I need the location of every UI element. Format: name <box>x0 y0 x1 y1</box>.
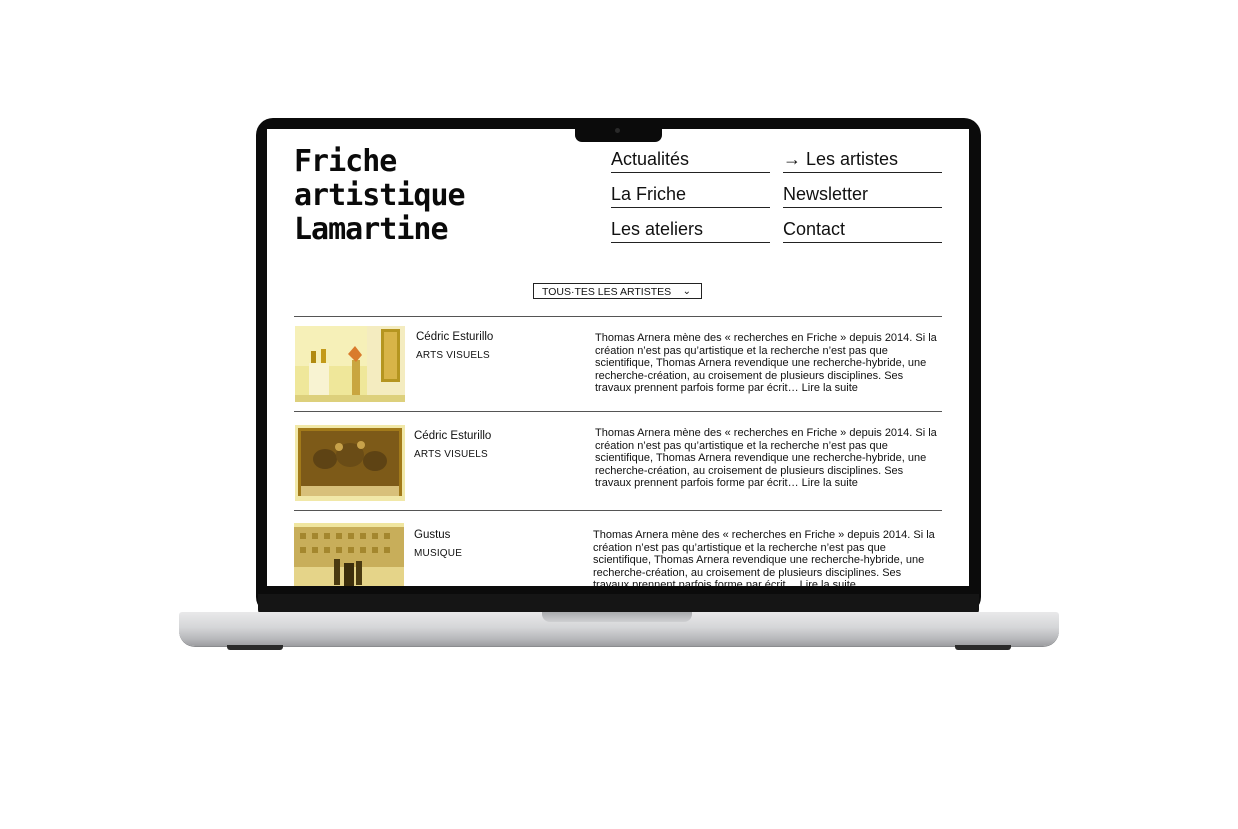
artist-name[interactable]: Cédric Esturillo <box>414 430 491 442</box>
divider <box>294 510 942 511</box>
screen: Friche artistique Lamartine Actualités →… <box>267 129 969 586</box>
nav-label: Les ateliers <box>611 219 704 239</box>
laptop-foot-left <box>227 645 283 650</box>
nav-label: Newsletter <box>783 184 869 204</box>
artist-photo[interactable] <box>295 425 405 501</box>
camera-icon <box>615 128 620 133</box>
site-logo[interactable]: Friche artistique Lamartine <box>294 144 466 247</box>
artist-bio: Thomas Arnera mène des « recherches en F… <box>593 529 935 586</box>
artist-bio: Thomas Arnera mène des « recherches en F… <box>595 332 937 395</box>
artist-category: ARTS VISUELS <box>414 449 488 460</box>
logo-line-1: Friche <box>294 144 397 179</box>
nav-link-contact[interactable]: Contact <box>783 218 942 243</box>
street-photo-image <box>294 523 404 586</box>
chevron-down-icon: ⌄ <box>682 286 691 297</box>
group-photo-image <box>295 425 405 501</box>
artist-category: MUSIQUE <box>414 548 463 559</box>
nav-label: Les artistes <box>806 149 899 169</box>
artist-photo[interactable] <box>294 523 404 586</box>
laptop-foot-right <box>955 645 1011 650</box>
nav-link-actualites[interactable]: Actualités <box>611 148 770 173</box>
divider <box>294 411 942 412</box>
nav-link-les-ateliers[interactable]: Les ateliers <box>611 218 770 243</box>
nav-label: Contact <box>783 219 846 239</box>
artist-category: ARTS VISUELS <box>416 350 490 361</box>
nav-label: La Friche <box>611 184 687 204</box>
logo-line-2: artistique <box>294 178 466 213</box>
filter-value: TOUS·TES LES ARTISTES <box>542 286 672 298</box>
artist-name[interactable]: Gustus <box>414 529 450 541</box>
nav-label: Actualités <box>611 149 690 169</box>
nav-link-la-friche[interactable]: La Friche <box>611 183 770 208</box>
artist-filter-select[interactable]: TOUS·TES LES ARTISTES ⌄ <box>533 283 702 299</box>
logo-line-3: Lamartine <box>294 212 449 247</box>
sculpture-photo-image <box>295 326 405 402</box>
artist-bio: Thomas Arnera mène des « recherches en F… <box>595 427 937 490</box>
divider <box>294 316 942 317</box>
laptop-opening-notch <box>542 612 692 622</box>
nav-link-newsletter[interactable]: Newsletter <box>783 183 942 208</box>
laptop-chin <box>258 594 979 614</box>
artist-name[interactable]: Cédric Esturillo <box>416 331 493 343</box>
artist-photo[interactable] <box>295 326 405 402</box>
arrow-right-icon: → <box>783 149 801 169</box>
nav-link-les-artistes[interactable]: → Les artistes <box>783 148 942 173</box>
